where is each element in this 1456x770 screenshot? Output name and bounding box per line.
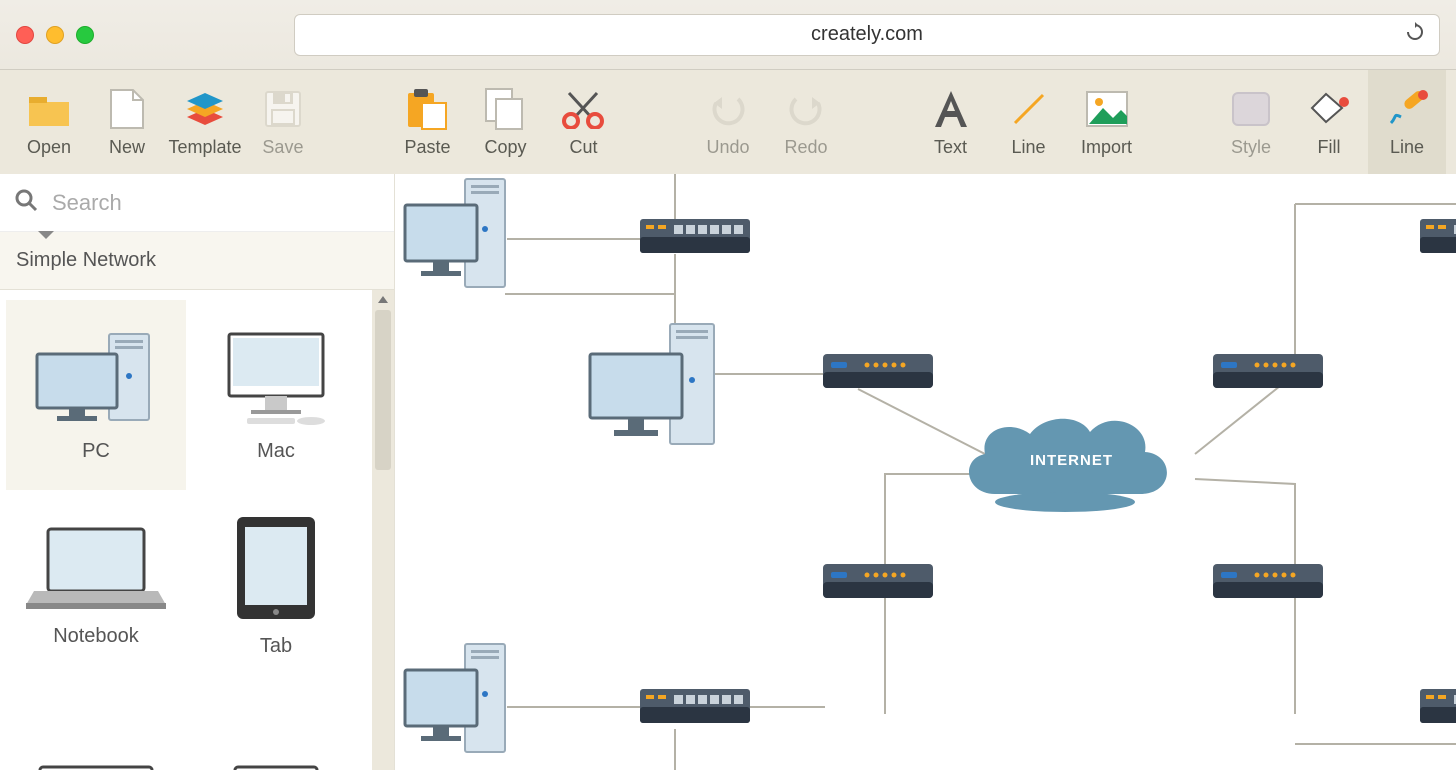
canvas-pc-2 bbox=[590, 324, 714, 444]
undo-button[interactable]: Undo bbox=[689, 70, 767, 174]
template-label: Template bbox=[168, 137, 241, 158]
save-label: Save bbox=[262, 137, 303, 158]
palette-item-label: Tab bbox=[260, 635, 292, 658]
copy-icon bbox=[483, 87, 527, 131]
line-label: Line bbox=[1012, 137, 1046, 158]
save-button[interactable]: Save bbox=[244, 70, 322, 174]
palette-item-pc[interactable]: PC bbox=[6, 300, 186, 490]
template-button[interactable]: Template bbox=[166, 70, 244, 174]
text-tool-button[interactable]: Text bbox=[912, 70, 990, 174]
fill-button[interactable]: Fill bbox=[1290, 70, 1368, 174]
canvas-switch-1 bbox=[640, 219, 750, 253]
new-button[interactable]: New bbox=[88, 70, 166, 174]
canvas-router-tl bbox=[823, 354, 933, 388]
save-icon bbox=[261, 87, 305, 131]
search-row bbox=[0, 174, 394, 232]
style-button[interactable]: Style bbox=[1212, 70, 1290, 174]
import-icon bbox=[1085, 87, 1129, 131]
copy-label: Copy bbox=[484, 137, 526, 158]
line-style-label: Line bbox=[1390, 137, 1424, 158]
new-file-icon bbox=[105, 87, 149, 131]
search-input[interactable] bbox=[52, 190, 380, 216]
close-window-icon[interactable] bbox=[16, 26, 34, 44]
open-button[interactable]: Open bbox=[10, 70, 88, 174]
redo-label: Redo bbox=[784, 137, 827, 158]
import-button[interactable]: Import bbox=[1068, 70, 1146, 174]
open-label: Open bbox=[27, 137, 71, 158]
palette-item-tab[interactable]: Tab bbox=[186, 490, 366, 680]
toolbar: Open New Template Save Paste bbox=[0, 70, 1456, 174]
canvas-pc-1 bbox=[405, 179, 505, 287]
mac-icon bbox=[211, 328, 341, 428]
canvas-switch-right-2 bbox=[1420, 689, 1456, 723]
tablet-icon bbox=[231, 513, 321, 623]
line-icon bbox=[1007, 87, 1051, 131]
pencil-icon bbox=[1385, 87, 1429, 131]
fill-icon bbox=[1307, 87, 1351, 131]
style-icon bbox=[1229, 87, 1273, 131]
device-icon bbox=[231, 765, 321, 770]
palette-scrollbar[interactable] bbox=[372, 290, 394, 770]
import-label: Import bbox=[1081, 137, 1132, 158]
scissors-icon bbox=[561, 87, 605, 131]
template-icon bbox=[183, 87, 227, 131]
style-label: Style bbox=[1231, 137, 1271, 158]
cloud-label: INTERNET bbox=[1030, 452, 1113, 469]
fill-label: Fill bbox=[1318, 137, 1341, 158]
diagram-canvas[interactable]: INTERNET bbox=[395, 174, 1456, 770]
palette-item-notebook[interactable]: Notebook bbox=[6, 490, 186, 680]
palette-title[interactable]: Simple Network bbox=[0, 232, 394, 290]
cut-button[interactable]: Cut bbox=[544, 70, 622, 174]
undo-icon bbox=[706, 87, 750, 131]
shape-palette: PC Mac bbox=[0, 290, 372, 770]
canvas-pc-3 bbox=[405, 644, 505, 752]
palette-item-label: Mac bbox=[257, 440, 295, 463]
url-text: creately.com bbox=[811, 23, 923, 46]
paste-button[interactable]: Paste bbox=[389, 70, 467, 174]
folder-icon bbox=[27, 87, 71, 131]
scrollbar-thumb[interactable] bbox=[375, 310, 391, 470]
cut-label: Cut bbox=[569, 137, 597, 158]
minimize-window-icon[interactable] bbox=[46, 26, 64, 44]
window-controls bbox=[16, 26, 94, 44]
browser-chrome: creately.com bbox=[0, 0, 1456, 70]
text-label: Text bbox=[934, 137, 967, 158]
canvas-router-br bbox=[1213, 564, 1323, 598]
paste-icon bbox=[405, 87, 449, 131]
palette-item-mac[interactable]: Mac bbox=[186, 300, 366, 490]
search-icon bbox=[14, 188, 38, 217]
palette-item-more-1[interactable] bbox=[6, 680, 186, 770]
device-icon bbox=[36, 765, 156, 770]
canvas-router-tr bbox=[1213, 354, 1323, 388]
canvas-switch-right-1 bbox=[1420, 219, 1456, 253]
line-tool-button[interactable]: Line bbox=[990, 70, 1068, 174]
redo-button[interactable]: Redo bbox=[767, 70, 845, 174]
copy-button[interactable]: Copy bbox=[466, 70, 544, 174]
line-style-button[interactable]: Line bbox=[1368, 70, 1446, 174]
search-active-indicator bbox=[38, 231, 54, 239]
reload-icon[interactable] bbox=[1405, 22, 1425, 48]
new-label: New bbox=[109, 137, 145, 158]
sidebar: Simple Network PC bbox=[0, 174, 395, 770]
text-icon bbox=[929, 87, 973, 131]
canvas-switch-2 bbox=[640, 689, 750, 723]
maximize-window-icon[interactable] bbox=[76, 26, 94, 44]
canvas-router-bl bbox=[823, 564, 933, 598]
palette-item-more-2[interactable] bbox=[186, 680, 366, 770]
palette-item-label: PC bbox=[82, 440, 110, 463]
scroll-up-icon[interactable] bbox=[378, 296, 388, 303]
notebook-icon bbox=[26, 523, 166, 613]
content-area: Simple Network PC bbox=[0, 174, 1456, 770]
redo-icon bbox=[784, 87, 828, 131]
undo-label: Undo bbox=[706, 137, 749, 158]
paste-label: Paste bbox=[404, 137, 450, 158]
url-bar[interactable]: creately.com bbox=[294, 14, 1440, 56]
pc-icon bbox=[31, 328, 161, 428]
palette-item-label: Notebook bbox=[53, 625, 139, 648]
